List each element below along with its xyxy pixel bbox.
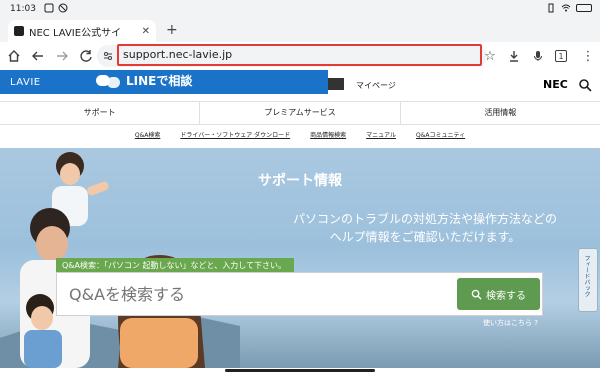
line-consult-label: LINEで相談 xyxy=(126,74,193,88)
howto-link[interactable]: 使い方はこちら ? xyxy=(483,318,538,328)
subnav-manual[interactable]: マニュアル xyxy=(366,126,396,146)
feedback-label: フィードバック xyxy=(583,255,590,297)
feedback-tab[interactable]: フィードバック xyxy=(578,248,598,312)
subnav-product-search[interactable]: 商品情報検索 xyxy=(310,126,346,146)
browser-tab[interactable]: NEC LAVIE公式サイ ✕ xyxy=(8,20,156,42)
nav-item-premium-service[interactable]: プレミアムサービス xyxy=(200,102,401,124)
hero-title: サポート情報 xyxy=(258,173,342,189)
qa-search-button-label: 検索する xyxy=(486,290,526,302)
forward-icon[interactable] xyxy=(54,48,70,64)
subnav-qa-search[interactable]: Q&A検索 xyxy=(135,126,161,146)
new-tab-icon[interactable]: + xyxy=(166,22,178,38)
subnav-driver-download[interactable]: ドライバー・ソフトウェア ダウンロード xyxy=(180,126,290,146)
do-not-disturb-icon xyxy=(58,3,68,13)
reload-icon[interactable] xyxy=(78,48,94,64)
nec-logo[interactable]: NEC xyxy=(543,78,568,91)
magnifier-icon xyxy=(471,289,482,300)
status-bar: 11:03 xyxy=(0,0,600,18)
sub-nav: Q&A検索 ドライバー・ソフトウェア ダウンロード 商品情報検索 マニュアル Q… xyxy=(0,126,600,146)
nav-item-support[interactable]: サポート xyxy=(0,102,201,124)
mypage-link[interactable]: マイページ xyxy=(356,80,396,91)
vibrate-icon xyxy=(548,3,554,13)
site-header: LAVIE LINEで相談 マイページ NEC xyxy=(0,70,600,100)
back-icon[interactable] xyxy=(30,48,46,64)
qa-search-box: 検索する xyxy=(56,272,543,316)
qa-search-input[interactable] xyxy=(57,273,447,315)
microphone-icon[interactable] xyxy=(530,48,546,64)
tab-title: NEC LAVIE公式サイ xyxy=(29,27,122,39)
site-settings-icon[interactable] xyxy=(100,48,116,64)
download-icon[interactable] xyxy=(506,48,522,64)
header-dark-tab[interactable] xyxy=(328,78,344,90)
bookmark-star-icon[interactable]: ☆ xyxy=(482,48,498,64)
subnav-qa-community[interactable]: Q&Aコミュニティ xyxy=(416,126,465,146)
browser-toolbar: support.nec-lavie.jp ☆ 1 ⋮ xyxy=(0,42,600,70)
lavie-logo: LAVIE xyxy=(10,76,41,88)
qa-search-button[interactable]: 検索する xyxy=(457,278,540,310)
chat-bubble-icon xyxy=(96,73,120,89)
notification-icon xyxy=(44,3,54,13)
battery-icon xyxy=(576,4,592,12)
more-menu-icon[interactable]: ⋮ xyxy=(580,48,596,64)
main-nav: サポート プレミアムサービス 活用情報 xyxy=(0,101,600,125)
line-consult-banner[interactable]: LINEで相談 xyxy=(96,72,192,89)
url-text[interactable]: support.nec-lavie.jp xyxy=(123,48,232,61)
home-icon[interactable] xyxy=(6,48,22,64)
tab-strip: NEC LAVIE公式サイ ✕ + xyxy=(0,18,600,42)
status-time: 11:03 xyxy=(10,4,36,14)
hero-lead: パソコンのトラブルの対処方法や操作方法などの ヘルプ情報をご確認いただけます。 xyxy=(292,212,557,244)
lavie-banner[interactable]: LAVIE LINEで相談 xyxy=(0,70,328,94)
wifi-icon xyxy=(561,4,571,12)
hero-section: サポート情報 パソコンのトラブルの対処方法や操作方法などの ヘルプ情報をご確認い… xyxy=(0,148,600,368)
close-tab-icon[interactable]: ✕ xyxy=(142,26,150,37)
search-icon[interactable] xyxy=(578,78,592,92)
home-indicator[interactable] xyxy=(225,369,375,372)
tab-switcher-button[interactable]: 1 xyxy=(555,50,567,62)
nav-item-usage-info[interactable]: 活用情報 xyxy=(401,102,600,124)
favicon-icon xyxy=(14,26,24,36)
